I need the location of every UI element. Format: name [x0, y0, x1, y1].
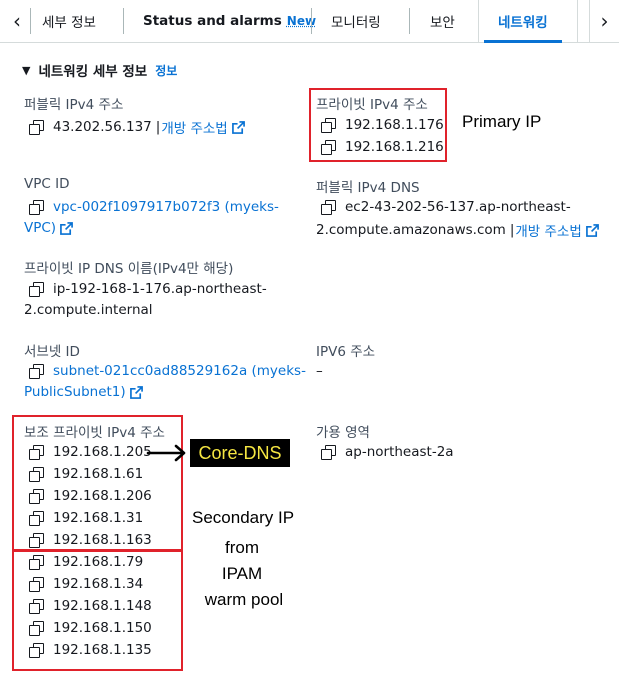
warm-pool-highlight [12, 549, 183, 671]
external-link-icon[interactable] [585, 223, 599, 237]
tab-divider [123, 8, 124, 34]
secondary-ip-highlight [12, 415, 183, 552]
secondary-ip-annotation: from [225, 538, 259, 557]
tab-networking[interactable]: 네트워킹 [484, 0, 562, 43]
primary-ip-annotation: Primary IP [462, 112, 542, 131]
tab-divider [311, 8, 312, 34]
subnet-id-label: 서브넷 ID [24, 344, 80, 360]
public-dns-value: ec2-43-202-56-137.ap-northeast- [321, 199, 571, 215]
chevron-left-icon[interactable]: ‹ [2, 0, 32, 42]
secondary-ip-annotation: warm pool [204, 590, 284, 609]
primary-ip-highlight [309, 88, 447, 162]
private-dns-label: 프라이빗 IP DNS 이름(IPv4만 해당) [24, 261, 234, 277]
vpc-id-label: VPC ID [24, 176, 70, 192]
vpc-id-value: vpc-002f1097917b072f3 (myeks- [29, 199, 279, 215]
public-ipv4-value: 43.202.56.137 | 개방 주소법 [29, 117, 245, 137]
tab-bar: ‹ 세부 정보 Status and alarms New 모니터링 보안 네트… [0, 0, 619, 43]
external-link-icon[interactable] [60, 221, 73, 235]
copy-icon[interactable] [29, 120, 44, 135]
private-dns-value-cont: 2.compute.internal [24, 302, 153, 318]
arrow-right-icon [146, 444, 186, 462]
ipv6-value: – [316, 363, 323, 379]
tab-details[interactable]: 세부 정보 [42, 0, 96, 42]
copy-icon[interactable] [321, 445, 336, 460]
core-dns-annotation: Core-DNS [190, 439, 290, 467]
ipv6-label: IPV6 주소 [316, 344, 376, 360]
availability-zone-label: 가용 영역 [316, 425, 370, 441]
tab-security[interactable]: 보안 [430, 0, 455, 42]
vpc-id-link[interactable]: vpc-002f1097917b072f3 (myeks- [53, 199, 279, 215]
chevron-right-icon[interactable]: › [589, 0, 619, 42]
external-link-icon[interactable] [129, 385, 143, 399]
external-link-icon[interactable] [231, 120, 245, 134]
subnet-id-link[interactable]: subnet-021cc0ad88529162a (myeks- [53, 363, 306, 379]
subnet-id-value-cont: PublicSubnet1) [24, 384, 143, 400]
section-title: 네트워킹 세부 정보 [38, 64, 148, 80]
open-address-link[interactable]: 개방 주소법 [161, 117, 227, 137]
info-link[interactable]: 정보 [155, 62, 177, 79]
subnet-id-value: subnet-021cc0ad88529162a (myeks- [29, 363, 306, 379]
tab-status-alarms[interactable]: Status and alarms New [143, 0, 316, 42]
public-dns-value-cont: 2.compute.amazonaws.com | 개방 주소법 [316, 220, 599, 240]
tab-divider [30, 8, 31, 34]
private-dns-value: ip-192-168-1-176.ap-northeast- [29, 281, 267, 297]
copy-icon[interactable] [29, 282, 44, 297]
open-address-link[interactable]: 개방 주소법 [515, 220, 581, 240]
copy-icon[interactable] [321, 200, 336, 215]
section-header[interactable]: ▼ 네트워킹 세부 정보 정보 [22, 60, 177, 81]
tab-divider [409, 8, 410, 34]
availability-zone-value: ap-northeast-2a [321, 444, 454, 460]
public-ipv4-label: 퍼블릭 IPv4 주소 [24, 97, 124, 113]
caret-down-icon: ▼ [22, 63, 31, 77]
vpc-id-value-cont: VPC) [24, 220, 73, 236]
secondary-ip-annotation: IPAM [221, 564, 263, 583]
copy-icon[interactable] [29, 200, 44, 215]
copy-icon[interactable] [29, 364, 44, 379]
public-dns-label: 퍼블릭 IPv4 DNS [316, 180, 420, 196]
tab-monitoring[interactable]: 모니터링 [331, 0, 381, 42]
secondary-ip-annotation: Secondary IP [192, 508, 295, 527]
